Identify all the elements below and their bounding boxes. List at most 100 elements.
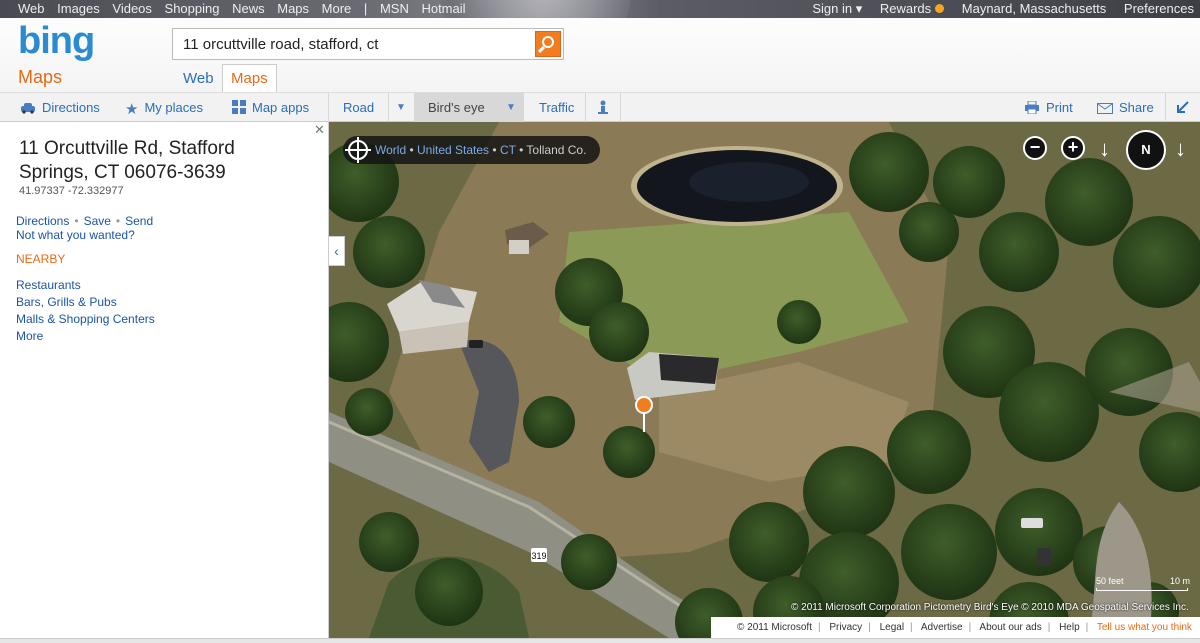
toolbar-divider xyxy=(328,93,329,122)
map-scale: 50 feet 10 m xyxy=(1096,576,1190,591)
header: bing Maps Web Maps xyxy=(0,18,1200,92)
birds-eye-view-button[interactable]: Bird's eye ▼ xyxy=(414,93,524,122)
print-button[interactable]: Print xyxy=(1024,100,1073,115)
collapse-sidebar-button[interactable]: ‹ xyxy=(329,236,345,266)
nearby-item-restaurants[interactable]: Restaurants xyxy=(16,277,155,294)
footer-separator: | xyxy=(910,622,913,633)
map-copyright: © 2011 Microsoft Corporation Pictometry … xyxy=(791,602,1189,613)
top-nav-right: Sign in ▾ Rewards Maynard, Massachusetts… xyxy=(812,1,1200,17)
minus-icon: − xyxy=(1029,137,1041,157)
bullet-separator: • xyxy=(115,214,121,228)
share-button[interactable]: Share xyxy=(1097,100,1154,115)
breadcrumb-tolland-co: Tolland Co. xyxy=(526,143,587,157)
tab-web[interactable]: Web xyxy=(183,70,214,87)
directions-link[interactable]: Directions xyxy=(16,214,69,228)
footer-links: © 2011 Microsoft | Privacy | Legal | Advert… xyxy=(711,617,1200,638)
footer-separator: | xyxy=(868,622,871,633)
directions-button[interactable]: Directions xyxy=(20,100,100,115)
nearby-item-more[interactable]: More xyxy=(16,328,155,345)
north-icon: N xyxy=(1141,142,1151,157)
zoom-in-button[interactable]: + xyxy=(1061,136,1085,160)
envelope-icon xyxy=(1097,103,1113,114)
share-label: Share xyxy=(1119,100,1154,115)
birds-eye-dropdown-icon[interactable]: ▼ xyxy=(506,102,516,113)
map-toolbar: Directions ★ My places Map apps Road ▼ Bi… xyxy=(0,92,1200,122)
nearby-item-malls[interactable]: Malls & Shopping Centers xyxy=(16,311,155,328)
footer-separator: | xyxy=(1085,622,1089,633)
send-link[interactable]: Send xyxy=(125,214,153,228)
scale-bar xyxy=(1096,588,1188,591)
aerial-imagery: 319 xyxy=(329,122,1200,638)
footer-legal-link[interactable]: Legal xyxy=(880,622,904,633)
rotate-right-icon[interactable]: ↓ xyxy=(1175,136,1186,162)
top-link-videos[interactable]: Videos xyxy=(112,1,152,16)
result-coordinates: 41.97337 -72.332977 xyxy=(19,185,124,197)
breadcrumb-world[interactable]: World xyxy=(375,143,406,157)
scale-meters: 10 m xyxy=(1170,576,1191,586)
bing-logo[interactable]: bing xyxy=(18,20,95,63)
result-actions: Directions • Save • Send xyxy=(16,214,153,228)
expand-map-button[interactable] xyxy=(1176,100,1190,117)
close-icon[interactable]: ✕ xyxy=(314,122,325,138)
top-link-shopping[interactable]: Shopping xyxy=(165,1,220,16)
search-button[interactable] xyxy=(535,31,561,57)
top-link-hotmail[interactable]: Hotmail xyxy=(421,1,465,16)
bullet-separator: • xyxy=(74,214,79,228)
location-pin-icon[interactable] xyxy=(635,396,653,432)
toolbar-divider xyxy=(620,93,621,122)
grid-icon xyxy=(232,100,246,114)
toolbar-divider xyxy=(1165,93,1166,122)
not-what-you-wanted-link[interactable]: Not what you wanted? xyxy=(16,228,135,242)
footer-help-link[interactable]: Help xyxy=(1059,622,1080,633)
footer-feedback-link[interactable]: Tell us what you think xyxy=(1097,622,1192,633)
top-link-more[interactable]: More xyxy=(322,1,352,16)
top-link-msn[interactable]: MSN xyxy=(380,1,409,16)
location-link[interactable]: Maynard, Massachusetts xyxy=(962,1,1107,16)
preferences-link[interactable]: Preferences xyxy=(1124,1,1194,16)
maps-logo-text: Maps xyxy=(18,67,63,87)
map-apps-label: Map apps xyxy=(252,100,310,115)
my-places-button[interactable]: ★ My places xyxy=(125,100,203,118)
top-link-separator: | xyxy=(363,1,368,16)
locate-me-icon[interactable] xyxy=(345,137,371,163)
footer-privacy-link[interactable]: Privacy xyxy=(829,622,862,633)
rotate-left-icon[interactable]: ↓ xyxy=(1099,136,1110,162)
zoom-out-button[interactable]: − xyxy=(1023,136,1047,160)
location-breadcrumb: World • United States • CT • Tolland Co. xyxy=(343,136,601,164)
map-apps-button[interactable]: Map apps xyxy=(232,100,309,115)
footer-separator: | xyxy=(968,622,972,633)
top-link-maps[interactable]: Maps xyxy=(277,1,309,16)
search-box xyxy=(172,28,564,60)
bullet-separator: • xyxy=(409,143,418,157)
top-nav-links: Web Images Videos Shopping News Maps Mor… xyxy=(18,1,475,16)
bullet-separator: • xyxy=(492,143,500,157)
footer-separator: | xyxy=(1047,622,1051,633)
rewards-link[interactable]: Rewards xyxy=(880,1,945,16)
rewards-icon xyxy=(935,4,945,13)
breadcrumb-ct[interactable]: CT xyxy=(500,143,516,157)
result-address: 11 Orcuttville Rd, Stafford Springs, CT … xyxy=(19,138,235,183)
person-icon xyxy=(598,100,608,114)
streetside-person-icon[interactable] xyxy=(597,100,609,117)
search-input[interactable] xyxy=(173,29,533,59)
directions-label: Directions xyxy=(42,100,100,115)
car-icon xyxy=(21,103,35,114)
road-view-button[interactable]: Road xyxy=(343,100,374,115)
save-link[interactable]: Save xyxy=(84,214,111,228)
toolbar-divider xyxy=(388,93,389,122)
top-link-news[interactable]: News xyxy=(232,1,265,16)
breadcrumb-united-states[interactable]: United States xyxy=(417,143,489,157)
birds-eye-map[interactable]: 319 World • United States • CT • Tolland… xyxy=(329,122,1200,638)
sign-in-link[interactable]: Sign in ▾ xyxy=(812,1,862,16)
nearby-item-bars[interactable]: Bars, Grills & Pubs xyxy=(16,294,155,311)
compass-north-button[interactable]: N xyxy=(1126,130,1166,170)
footer-advertise-link[interactable]: Advertise xyxy=(921,622,963,633)
road-dropdown-icon[interactable]: ▼ xyxy=(396,102,406,113)
tab-maps[interactable]: Maps xyxy=(222,64,277,92)
nearby-heading: NEARBY xyxy=(16,252,66,266)
nearby-list: Restaurants Bars, Grills & Pubs Malls & … xyxy=(16,277,155,345)
top-link-images[interactable]: Images xyxy=(57,1,100,16)
traffic-button[interactable]: Traffic xyxy=(539,100,574,115)
footer-about-ads-link[interactable]: About our ads xyxy=(979,622,1041,633)
top-link-web[interactable]: Web xyxy=(18,1,45,16)
